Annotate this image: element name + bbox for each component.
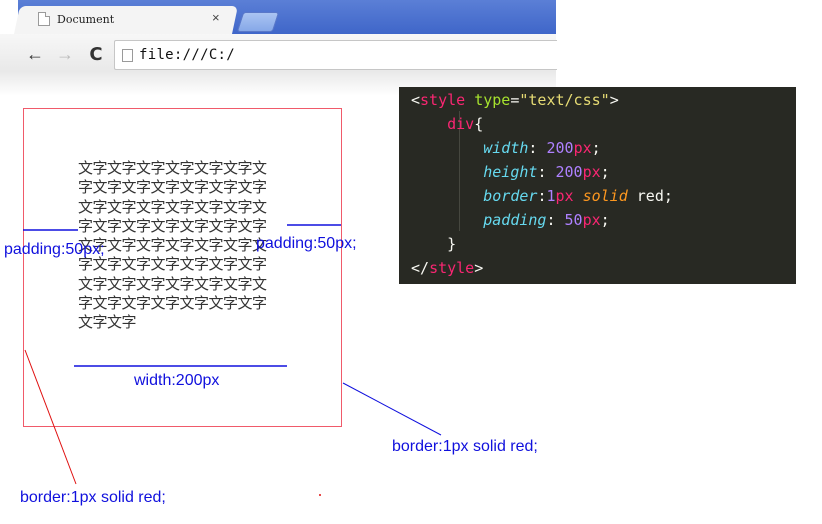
code-line-decl: width: 200px; (483, 139, 601, 157)
css-unit: px (582, 211, 601, 229)
stray-dot (319, 494, 321, 496)
css-number: 50 (564, 211, 583, 229)
css-unit: px (555, 187, 574, 205)
border-right-label: border:1px solid red; (392, 438, 538, 455)
css-property: padding (483, 211, 547, 229)
code-line-open-tag: <style type="text/css"> (411, 91, 619, 109)
code-line-close-tag: </style> (411, 259, 484, 277)
code-line-selector: div{ (447, 115, 484, 133)
css-property: border (483, 187, 538, 205)
selector: div (447, 115, 475, 133)
padding-right-label: padding:50px; (256, 235, 357, 252)
code-editor-panel: <style type="text/css"> div{ width: 200p… (399, 87, 796, 284)
code-line-decl: border:1px solid red; (483, 187, 673, 205)
attr-name: type (474, 91, 511, 109)
border-left-label: border:1px solid red; (20, 489, 166, 506)
css-property: height (483, 163, 538, 181)
css-unit: px (582, 163, 601, 181)
code-block: <style type="text/css"> div{ width: 200p… (411, 88, 673, 280)
border-right-pointer (342, 382, 442, 436)
width-label: width:200px (134, 372, 220, 389)
css-number: 200 (546, 139, 574, 157)
code-line-decl: height: 200px; (483, 163, 610, 181)
padding-left-label: padding:50px; (4, 241, 105, 258)
tag-name: style (420, 91, 466, 109)
css-number: 200 (555, 163, 583, 181)
css-keyword: solid (582, 187, 628, 205)
attr-value: "text/css" (519, 91, 610, 109)
css-property: width (483, 139, 529, 157)
tag-name: style (429, 259, 475, 277)
code-line-close-brace: } (447, 235, 457, 253)
css-number: 1 (546, 187, 556, 205)
css-unit: px (573, 139, 592, 157)
border-left-pointer (24, 349, 77, 485)
code-line-decl: padding: 50px; (483, 211, 610, 229)
